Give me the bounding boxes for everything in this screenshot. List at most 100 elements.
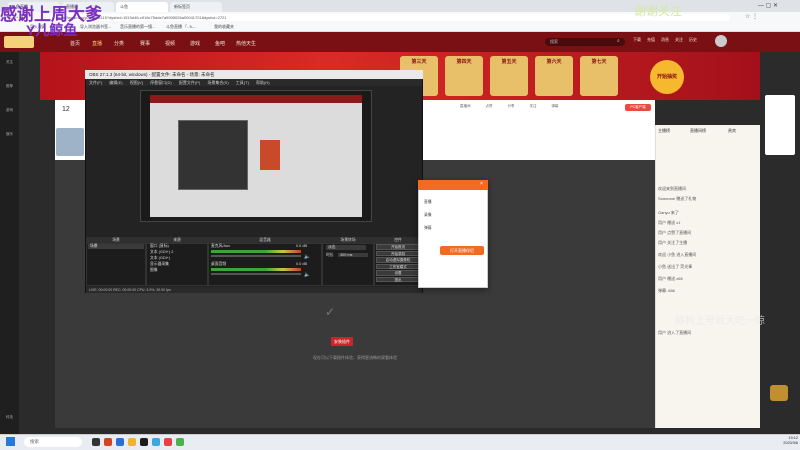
nav-games[interactable]: 游戏 bbox=[190, 40, 200, 47]
scene-item[interactable]: 场景 bbox=[88, 244, 144, 249]
obs-menu-help[interactable]: 帮助(H) bbox=[256, 80, 270, 85]
rail-item-games[interactable]: 游戏 bbox=[2, 108, 17, 113]
duration-input[interactable]: 300 ms bbox=[338, 253, 368, 257]
source-item[interactable]: 显示器采集 bbox=[150, 262, 169, 267]
transition-select[interactable]: 淡出 bbox=[326, 245, 366, 250]
obs-icon[interactable] bbox=[140, 438, 148, 446]
app-icon[interactable] bbox=[152, 438, 160, 446]
douyu-logo-icon: ✓ bbox=[325, 305, 336, 319]
chat-tab-anchor[interactable]: 主播榜 bbox=[658, 128, 670, 134]
panel-item[interactable]: 直播间 bbox=[460, 104, 471, 108]
header-download[interactable]: 下载 bbox=[633, 37, 641, 43]
panel-item[interactable]: 点赞 bbox=[485, 104, 492, 108]
speaker-icon[interactable]: 🔈 bbox=[304, 272, 310, 278]
prize-day-7[interactable]: 第七天 bbox=[580, 56, 618, 96]
prize-day-6[interactable]: 第六天 bbox=[535, 56, 573, 96]
source-item[interactable]: 图像 bbox=[150, 268, 158, 273]
room-side-panel[interactable] bbox=[765, 95, 795, 155]
bookmark-item[interactable]: 我的收藏夹 bbox=[214, 24, 234, 30]
chat-message: 用户 点赞了直播间 bbox=[658, 230, 692, 235]
nav-live[interactable]: 直播 bbox=[92, 40, 102, 47]
star-icon[interactable]: ☆ ⋮ bbox=[745, 13, 758, 20]
obs-menu-profile[interactable]: 配置文件(P) bbox=[179, 80, 200, 85]
obs-menu-scenes[interactable]: 场景集合(S) bbox=[207, 80, 228, 85]
bookmark-item[interactable]: 音乐直播的第一镜... bbox=[120, 24, 155, 30]
install-plugin-button[interactable]: 安装插件 bbox=[331, 337, 353, 346]
search-input[interactable]: 搜索 bbox=[545, 38, 625, 46]
nav-events[interactable]: 赛事 bbox=[140, 40, 150, 47]
obs-menu-view[interactable]: 视图(V) bbox=[130, 80, 143, 85]
app-icon[interactable] bbox=[164, 438, 172, 446]
prize-day-5[interactable]: 第五天 bbox=[490, 56, 528, 96]
panel-item[interactable]: 关注 bbox=[529, 104, 536, 108]
browser-icon[interactable] bbox=[116, 438, 124, 446]
open-companion-button[interactable]: 打开直播伴侣 bbox=[440, 246, 484, 255]
start-streaming-button[interactable]: 开始推流 bbox=[376, 244, 420, 250]
nav-extra[interactable]: 热他天生 bbox=[236, 40, 256, 47]
pc-client-badge[interactable]: PC客户端 bbox=[625, 104, 651, 111]
start-icon[interactable] bbox=[6, 437, 15, 446]
tab-new[interactable]: 新标签页 bbox=[170, 2, 222, 12]
dialog-option[interactable]: 录像 bbox=[424, 213, 432, 218]
header-follow[interactable]: 关注 bbox=[675, 37, 683, 43]
obs-menu-file[interactable]: 文件(F) bbox=[89, 80, 102, 85]
mixer-track-level: 0.0 dB bbox=[296, 244, 307, 248]
nav-home[interactable]: 首页 bbox=[70, 40, 80, 47]
nav-video[interactable]: 视频 bbox=[165, 40, 175, 47]
header-recharge[interactable]: 充值 bbox=[647, 37, 655, 43]
clock[interactable]: 19:12 2023/3/6 bbox=[770, 436, 798, 446]
obs-menu-edit[interactable]: 编辑(E) bbox=[109, 80, 122, 85]
chat-message: 用户 关注了主播 bbox=[658, 240, 688, 245]
prize-day-4[interactable]: 第四天 bbox=[445, 56, 483, 96]
nav-category[interactable]: 分类 bbox=[114, 40, 124, 47]
taskbar-search[interactable]: 搜索 bbox=[24, 437, 82, 447]
mixer-meter bbox=[211, 268, 301, 271]
avatar[interactable] bbox=[715, 35, 727, 47]
obs-menu-docks[interactable]: 停靠窗口(D) bbox=[150, 80, 172, 85]
app-icon[interactable] bbox=[104, 438, 112, 446]
mixer-volume-slider[interactable] bbox=[211, 273, 301, 275]
close-icon[interactable]: × bbox=[480, 181, 483, 187]
tab-active[interactable]: 斗鱼 bbox=[116, 2, 168, 12]
source-item[interactable]: 文本 (GDI+) bbox=[150, 256, 170, 261]
rail-item-follow[interactable]: 关注 bbox=[2, 60, 17, 65]
virtual-camera-button[interactable]: 启动虚拟摄像机 bbox=[376, 257, 420, 263]
header-history[interactable]: 历史 bbox=[689, 37, 697, 43]
exit-button[interactable]: 退出 bbox=[376, 276, 420, 282]
obs-nested-dialog bbox=[260, 140, 280, 170]
settings-button[interactable]: 设置 bbox=[376, 270, 420, 276]
gift-icon[interactable] bbox=[770, 385, 788, 401]
streamer-avatar[interactable] bbox=[56, 128, 84, 156]
taskview-icon[interactable] bbox=[92, 438, 100, 446]
rail-item-recommend[interactable]: 推荐 bbox=[2, 84, 17, 89]
chat-tab-vip[interactable]: 贵宾 bbox=[728, 128, 736, 134]
room-panel-icons: 直播间 点赞 分享 关注 弹幕 bbox=[460, 104, 650, 124]
nav-fishbar[interactable]: 鱼吧 bbox=[215, 40, 225, 47]
chat-message: 小鱼 送出了 荧光棒 bbox=[658, 264, 693, 269]
source-item[interactable]: 窗口 (鼠标) bbox=[150, 244, 169, 249]
start-recording-button[interactable]: 开始录制 bbox=[376, 250, 420, 256]
chat-tab-room[interactable]: 直播间榜 bbox=[690, 128, 706, 134]
source-item[interactable]: 文本 (GDI+) 2 bbox=[150, 250, 173, 255]
obs-menu-bar: 文件(F) 编辑(E) 视图(V) 停靠窗口(D) 配置文件(P) 场景集合(S… bbox=[86, 79, 422, 86]
lottery-button[interactable]: 开始抽奖 bbox=[650, 60, 684, 94]
app-icon[interactable] bbox=[176, 438, 184, 446]
bookmark-item[interactable]: 斗鱼直播 「- 5-... bbox=[166, 24, 196, 30]
rail-item-entertainment[interactable]: 娱乐 bbox=[2, 132, 17, 137]
window-controls[interactable]: — ▢ ✕ bbox=[758, 2, 778, 9]
dialog-option[interactable]: 直播 bbox=[424, 200, 432, 205]
folder-icon[interactable] bbox=[128, 438, 136, 446]
obs-menu-tools[interactable]: 工具(T) bbox=[236, 80, 249, 85]
panel-item[interactable]: 分享 bbox=[507, 104, 514, 108]
speaker-icon[interactable]: 🔈 bbox=[304, 254, 310, 260]
studio-mode-button[interactable]: 工作室模式 bbox=[376, 263, 420, 269]
obs-status-bar: LIVE: 00:00:00 REC: 00:00:00 CPU: 3.9%, … bbox=[86, 287, 422, 293]
url-input[interactable]: https://www.douyu.com/5115?dyshid=1515d4… bbox=[50, 14, 730, 21]
dialog-option[interactable]: 弹幕 bbox=[424, 226, 432, 231]
panel-item[interactable]: 弹幕 bbox=[551, 104, 558, 108]
rail-item-tech[interactable]: 科技 bbox=[2, 415, 17, 420]
header-messages[interactable]: 消息 bbox=[661, 37, 669, 43]
search-icon[interactable]: ⌕ bbox=[617, 38, 620, 44]
mixer-volume-slider[interactable] bbox=[211, 255, 301, 257]
chat-message: 用户 赠送 x66 bbox=[658, 276, 683, 281]
